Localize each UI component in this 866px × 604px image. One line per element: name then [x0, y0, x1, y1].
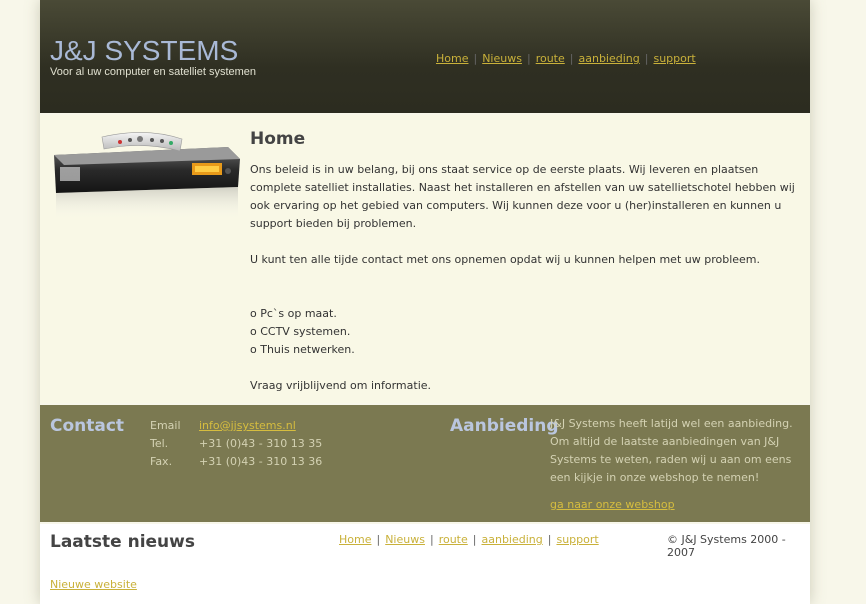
fax-value: +31 (0)43 - 310 13 36 — [199, 455, 323, 468]
site-logo[interactable]: J&J SYSTEMS — [50, 35, 238, 67]
nav-aanbieding[interactable]: aanbieding — [578, 52, 639, 65]
nav-support[interactable]: support — [653, 52, 695, 65]
nav-separator: | — [526, 52, 531, 65]
list-item: o CCTV systemen. — [250, 325, 351, 338]
news-item-link[interactable]: Nieuwe website — [50, 578, 137, 591]
list-item: o Thuis netwerken. — [250, 343, 355, 356]
nav-separator: | — [376, 533, 381, 546]
list-item: o Pc`s op maat. — [250, 307, 337, 320]
footer-nav-nieuws[interactable]: Nieuws — [385, 533, 425, 546]
top-navigation: Home | Nieuws | route | aanbieding | support — [436, 52, 696, 65]
contact-title: Contact — [50, 416, 125, 436]
nav-separator: | — [547, 533, 552, 546]
footer-nav-aanbieding[interactable]: aanbieding — [481, 533, 542, 546]
nav-separator: | — [644, 52, 649, 65]
satellite-receiver-with-remote-icon — [50, 129, 242, 221]
nav-separator: | — [473, 52, 478, 65]
intro-paragraph: Ons beleid is in uw belang, bij ons staa… — [250, 163, 795, 230]
footer-nav-route[interactable]: route — [439, 533, 468, 546]
offer-title: Aanbieding — [450, 416, 559, 436]
nav-home[interactable]: Home — [436, 52, 468, 65]
contact-values: info@jjsystems.nl +31 (0)43 - 310 13 35 … — [199, 417, 322, 471]
contact-offer-band: Contact Email Tel. Fax. info@jjsystems.n… — [40, 405, 810, 522]
tel-value: +31 (0)43 - 310 13 35 — [199, 437, 323, 450]
fax-label: Fax. — [150, 455, 173, 468]
footer: Laatste nieuws Home | Nieuws | route | aanbied… — [40, 524, 810, 604]
footer-nav-home[interactable]: Home — [339, 533, 371, 546]
nav-separator: | — [472, 533, 477, 546]
contact-labels: Email Tel. Fax. — [150, 417, 181, 471]
webshop-link[interactable]: ga naar onze webshop — [550, 498, 675, 511]
main-content: Home Ons beleid is in uw belang, bij ons… — [40, 115, 810, 403]
closing-paragraph: Vraag vrijblijvend om informatie. — [250, 379, 432, 392]
news-title: Laatste nieuws — [50, 532, 195, 552]
offer-text: J&J Systems heeft latijd wel een aanbied… — [550, 417, 793, 484]
nav-route[interactable]: route — [536, 52, 565, 65]
nav-nieuws[interactable]: Nieuws — [482, 52, 522, 65]
copyright: © J&J Systems 2000 - 2007 — [667, 533, 786, 559]
page: J&J SYSTEMS Voor al uw computer en satel… — [40, 0, 810, 604]
contact-paragraph: U kunt ten alle tijde contact met ons op… — [250, 253, 761, 266]
footer-navigation: Home | Nieuws | route | aanbieding | support — [339, 533, 599, 546]
tel-label: Tel. — [150, 437, 169, 450]
nav-separator: | — [569, 52, 574, 65]
header: J&J SYSTEMS Voor al uw computer en satel… — [40, 0, 810, 113]
nav-separator: | — [429, 533, 434, 546]
email-label: Email — [150, 419, 181, 432]
services-list: o Pc`s op maat. o CCTV systemen. o Thuis… — [250, 305, 805, 359]
page-heading: Home — [250, 129, 306, 149]
footer-nav-support[interactable]: support — [556, 533, 598, 546]
site-tagline: Voor al uw computer en satelliet systeme… — [50, 66, 257, 78]
email-link[interactable]: info@jjsystems.nl — [199, 419, 296, 432]
